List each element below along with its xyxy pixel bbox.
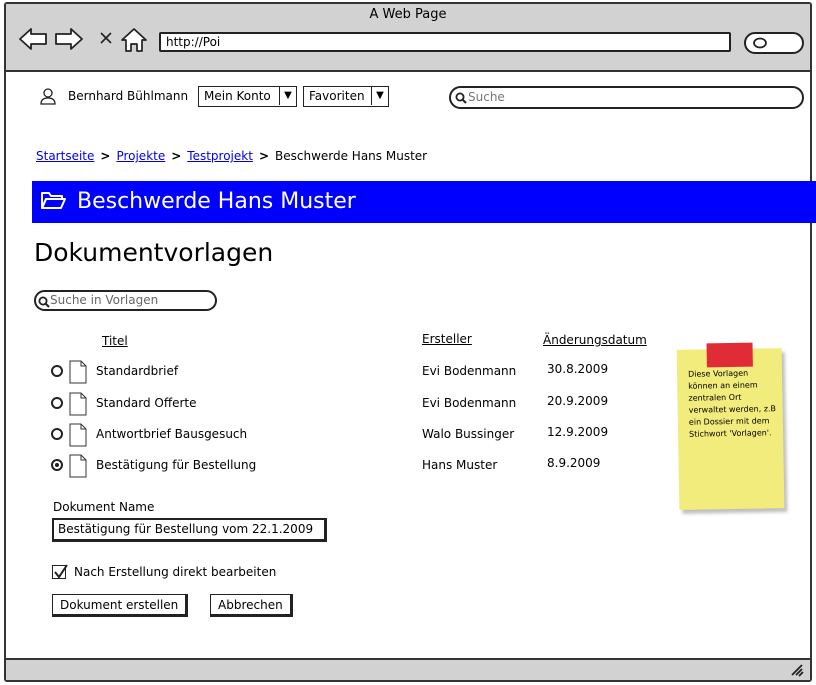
favorites-label: Favoriten xyxy=(309,89,365,103)
chevron-down-icon: ▼ xyxy=(279,87,296,105)
template-search-input[interactable]: Suche in Vorlagen xyxy=(34,290,217,311)
user-toolbar: Bernhard Bühlmann Mein Konto ▼ Favoriten… xyxy=(6,85,810,111)
template-radio-selected[interactable] xyxy=(51,459,63,471)
template-radio[interactable] xyxy=(51,365,63,377)
header-search-placeholder: Suche xyxy=(468,90,505,104)
close-icon[interactable] xyxy=(98,30,114,50)
template-author: Evi Bodenmann xyxy=(422,396,517,410)
user-name: Bernhard Bühlmann xyxy=(68,89,189,103)
column-header-date[interactable]: Änderungsdatum xyxy=(543,333,647,347)
template-row[interactable]: Antwortbrief Bausgesuch Walo Bussinger 1… xyxy=(6,423,706,449)
document-icon xyxy=(69,392,87,420)
template-title: Antwortbrief Bausgesuch xyxy=(96,427,248,441)
document-icon xyxy=(69,423,87,451)
edit-after-create-label: Nach Erstellung direkt bearbeiten xyxy=(74,565,277,579)
document-icon xyxy=(69,360,87,388)
template-radio[interactable] xyxy=(51,428,63,440)
dossier-banner: Beschwerde Hans Muster xyxy=(32,181,816,223)
breadcrumb-separator: > xyxy=(100,149,111,163)
my-account-label: Mein Konto xyxy=(204,89,271,103)
sticky-note-text: Diese Vorlagen können an einem zentralen… xyxy=(687,368,777,439)
docname-input[interactable]: Bestätigung für Bestellung vom 22.1.2009 xyxy=(52,518,327,542)
template-title: Standardbrief xyxy=(96,364,179,378)
template-title: Bestätigung für Bestellung xyxy=(96,458,257,472)
docname-label: Dokument Name xyxy=(53,500,155,514)
breadcrumb: Startseite > Projekte > Testprojekt > Beschwer… xyxy=(36,149,427,163)
browser-statusbar xyxy=(6,658,810,680)
folder-open-icon xyxy=(41,192,66,209)
edit-after-create-checkbox[interactable] xyxy=(52,564,68,579)
breadcrumb-separator: > xyxy=(171,149,182,163)
home-icon[interactable] xyxy=(120,26,148,58)
chevron-down-icon: ▼ xyxy=(371,87,388,105)
checkmark-icon xyxy=(54,564,68,579)
template-row[interactable]: Standard Offerte Evi Bodenmann 20.9.2009 xyxy=(6,392,706,418)
template-date: 8.9.2009 xyxy=(547,456,601,470)
template-author: Evi Bodenmann xyxy=(422,364,517,378)
template-radio[interactable] xyxy=(51,397,63,409)
column-header-title[interactable]: Titel xyxy=(102,334,128,348)
template-author: Walo Bussinger xyxy=(422,427,515,441)
my-account-dropdown[interactable]: Mein Konto ▼ xyxy=(198,86,297,107)
document-icon xyxy=(69,454,87,482)
template-search-placeholder: Suche in Vorlagen xyxy=(50,293,159,307)
banner-title: Beschwerde Hans Muster xyxy=(77,189,356,214)
favorites-dropdown[interactable]: Favoriten ▼ xyxy=(303,86,389,107)
url-input[interactable]: http://Poi xyxy=(159,32,731,52)
sticky-tape xyxy=(706,342,753,368)
breadcrumb-separator: > xyxy=(258,149,269,163)
cancel-button[interactable]: Abbrechen xyxy=(210,594,293,617)
browser-window: A Web Page http://Poi Bernhard Bühlmann … xyxy=(4,2,816,682)
browser-titlebar: A Web Page http://Poi xyxy=(6,4,810,72)
breadcrumb-link-testprojekt[interactable]: Testprojekt xyxy=(187,149,253,163)
search-icon xyxy=(38,296,50,308)
back-arrow-icon[interactable] xyxy=(18,26,48,56)
window-title: A Web Page xyxy=(369,7,447,22)
create-document-button[interactable]: Dokument erstellen xyxy=(52,594,189,617)
column-header-author[interactable]: Ersteller xyxy=(422,332,472,346)
search-icon xyxy=(753,37,767,49)
template-row[interactable]: Standardbrief Evi Bodenmann 30.8.2009 xyxy=(6,360,706,386)
template-author: Hans Muster xyxy=(422,458,498,472)
page-title: Dokumentvorlagen xyxy=(34,238,274,267)
template-row[interactable]: Bestätigung für Bestellung Hans Muster 8… xyxy=(6,454,706,480)
template-title: Standard Offerte xyxy=(96,396,197,410)
search-icon xyxy=(455,92,467,104)
forward-arrow-icon[interactable] xyxy=(54,26,84,56)
template-date: 20.9.2009 xyxy=(547,394,609,408)
user-icon xyxy=(39,87,57,109)
breadcrumb-link-startseite[interactable]: Startseite xyxy=(36,149,94,163)
sticky-note: Diese Vorlagen können an einem zentralen… xyxy=(676,342,785,510)
breadcrumb-link-projekte[interactable]: Projekte xyxy=(116,149,165,163)
breadcrumb-current: Beschwerde Hans Muster xyxy=(275,149,428,163)
browser-search-field[interactable] xyxy=(744,32,804,54)
template-date: 12.9.2009 xyxy=(547,425,609,439)
header-search-input[interactable]: Suche xyxy=(449,86,804,109)
resize-grip-icon[interactable] xyxy=(790,663,804,677)
template-date: 30.8.2009 xyxy=(547,362,609,376)
